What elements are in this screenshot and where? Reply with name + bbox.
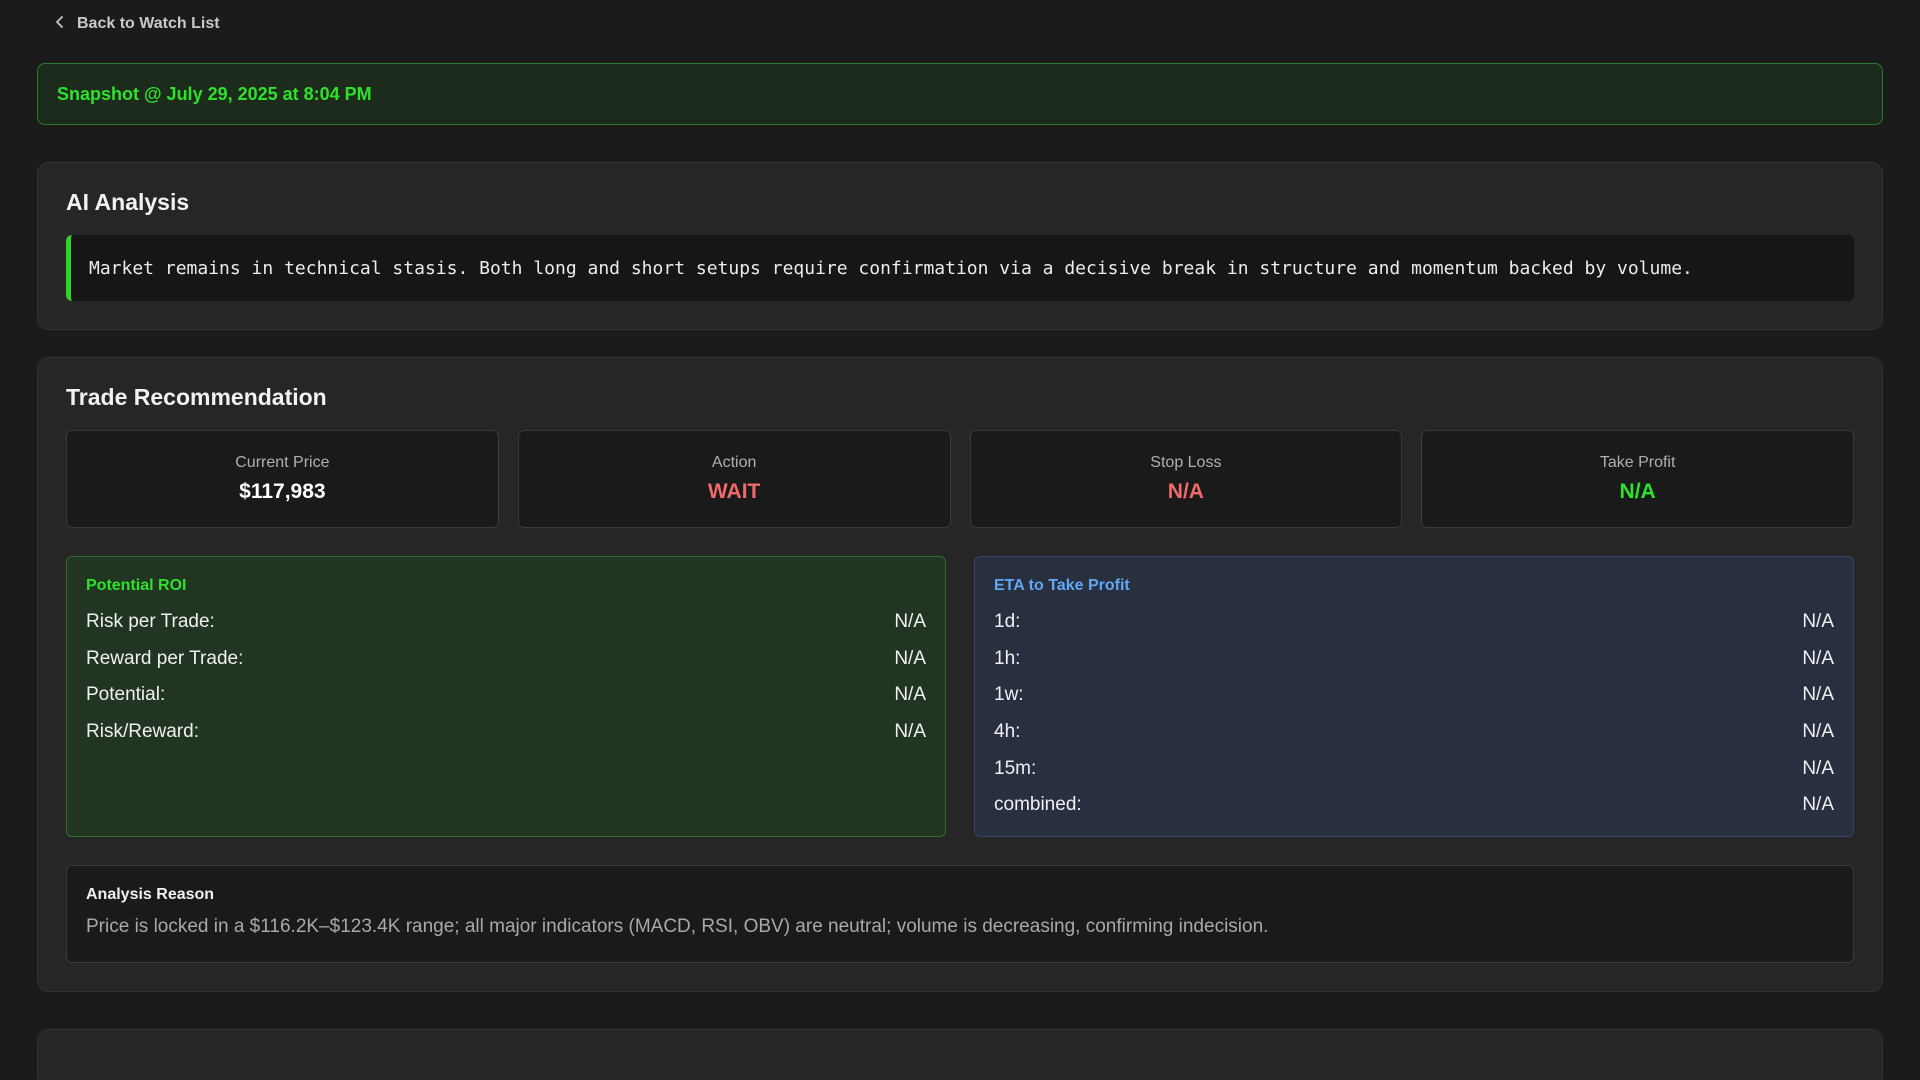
eta-take-profit-title: ETA to Take Profit [994,577,1130,594]
roi-row: Potential: N/A [86,677,926,714]
take-profit-stat: Take Profit N/A [1421,430,1854,528]
current-price-stat: Current Price $117,983 [66,430,499,528]
current-price-value: $117,983 [239,480,326,503]
ai-analysis-card: AI Analysis Market remains in technical … [37,162,1883,330]
ai-analysis-title: AI Analysis [66,189,190,215]
page: Back to Watch List Snapshot @ July 29, 2… [0,0,1920,1080]
roi-row-value: N/A [894,647,926,669]
action-value: WAIT [707,480,761,503]
eta-row-label: 4h: [994,721,1021,743]
eta-row-value: N/A [1802,611,1834,633]
roi-row-label: Risk per Trade: [86,611,215,633]
eta-row-label: 15m: [994,757,1037,779]
back-link-label: Back to Watch List [77,15,220,32]
eta-take-profit-panel: ETA to Take Profit 1d: N/A 1h: N/A 1w: N… [974,556,1854,837]
eta-row: 1d: N/A [994,604,1834,641]
roi-row-label: Reward per Trade: [86,647,244,669]
eta-row: 4h: N/A [994,714,1834,751]
analysis-reason-box: Analysis Reason Price is locked in a $11… [66,865,1854,963]
stop-loss-stat: Stop Loss N/A [969,430,1403,528]
trade-panels-row: Potential ROI Risk per Trade: N/A Reward… [66,556,1854,837]
next-section-card [37,1029,1883,1080]
eta-row-label: 1h: [994,647,1021,669]
eta-row-label: 1w: [994,684,1024,706]
eta-row: combined: N/A [994,787,1834,824]
eta-row-value: N/A [1802,721,1834,743]
trade-recommendation-card: Trade Recommendation Current Price $117,… [37,357,1883,992]
eta-row: 1w: N/A [994,677,1834,714]
take-profit-value: N/A [1619,480,1656,503]
analysis-reason-text: Price is locked in a $116.2K–$123.4K ran… [86,916,1269,937]
snapshot-banner: Snapshot @ July 29, 2025 at 8:04 PM [37,63,1883,125]
ai-analysis-quote: Market remains in technical stasis. Both… [66,235,1854,301]
roi-row: Risk per Trade: N/A [86,604,926,641]
roi-row-label: Risk/Reward: [86,721,199,743]
analysis-reason-title: Analysis Reason [86,886,215,903]
eta-row-value: N/A [1802,684,1834,706]
roi-row: Reward per Trade: N/A [86,641,926,678]
roi-row-label: Potential: [86,684,166,706]
eta-row: 1h: N/A [994,641,1834,678]
eta-row-value: N/A [1802,757,1834,779]
stop-loss-value: N/A [1167,480,1204,503]
take-profit-label: Take Profit [1599,454,1676,471]
chevron-left-icon [53,15,67,34]
stop-loss-label: Stop Loss [1150,454,1222,471]
eta-row: 15m: N/A [994,750,1834,787]
eta-row-label: 1d: [994,611,1021,633]
action-stat: Action WAIT [517,430,951,528]
eta-row-label: combined: [994,794,1082,816]
roi-row-value: N/A [894,721,926,743]
eta-row-value: N/A [1802,647,1834,669]
snapshot-label: Snapshot @ July 29, 2025 at 8:04 PM [57,83,372,104]
action-label: Action [711,454,757,471]
potential-roi-panel: Potential ROI Risk per Trade: N/A Reward… [66,556,946,837]
trade-stats-row: Current Price $117,983 Action WAIT Stop … [66,430,1854,528]
roi-row-value: N/A [894,611,926,633]
roi-row: Risk/Reward: N/A [86,714,926,751]
ai-analysis-text: Market remains in technical stasis. Both… [89,257,1693,279]
potential-roi-title: Potential ROI [86,577,187,594]
trade-recommendation-title: Trade Recommendation [66,384,327,410]
current-price-label: Current Price [235,454,330,471]
roi-row-value: N/A [894,684,926,706]
back-to-watch-list-link[interactable]: Back to Watch List [37,0,1883,48]
eta-row-value: N/A [1802,794,1834,816]
